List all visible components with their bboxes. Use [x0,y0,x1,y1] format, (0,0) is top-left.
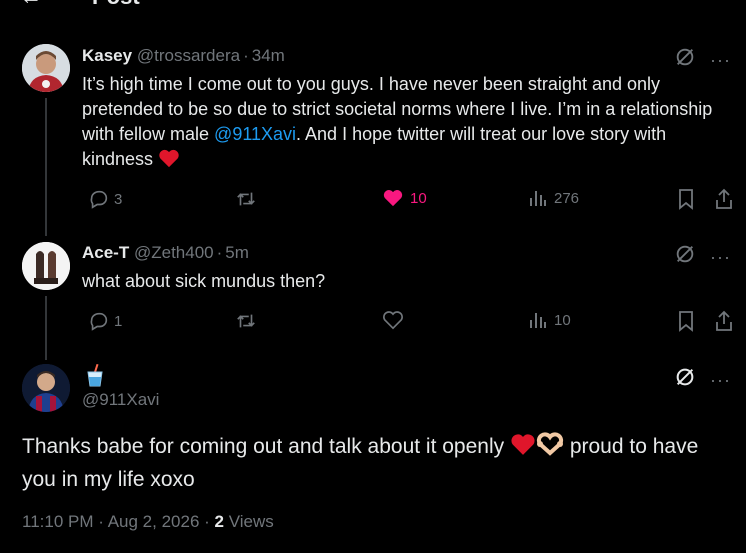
bookmark-icon [676,188,696,210]
reply-button[interactable]: 1 [82,310,122,332]
retweet-icon [234,310,258,332]
views-chart-icon [528,188,548,208]
reply-button[interactable]: 3 [82,188,122,210]
views-chart-icon [528,310,548,330]
separator-dot: · [204,512,215,531]
share-icon [714,188,734,210]
separator-dot: · [98,512,108,531]
post-meta: 11:10 PM · Aug 2, 2026 · 2 Views [22,512,274,532]
tweet-top-icons: ··· [674,243,731,270]
bookmark-icon [676,310,696,332]
tweet-header: Kasey @trossardera · 34m [82,46,285,66]
grok-icon[interactable] [674,366,696,393]
display-name[interactable]: Ace-T [82,243,129,262]
main-post-text-part: Thanks babe for coming out and talk abou… [22,435,510,458]
thread-line [45,98,47,236]
avatar[interactable] [22,364,70,412]
views-count: 2 [214,512,224,531]
grok-icon[interactable] [674,46,696,73]
heart-filled-icon [382,188,404,208]
tweet-text: It’s high time I come out to you guys. I… [82,72,732,175]
like-button[interactable]: 10 [376,188,427,208]
tweet-actions: 1 10 [82,310,732,334]
heart-outline-icon [382,310,404,330]
share-button[interactable] [708,188,734,210]
heart-hands-emoji [536,432,564,465]
page-title: Post [92,0,140,10]
mention-link[interactable]: @911Xavi [214,124,296,144]
reply-count: 1 [114,312,123,330]
more-icon[interactable]: ··· [710,248,731,266]
display-name[interactable]: Kasey [82,46,132,65]
views-button[interactable]: 276 [522,188,579,208]
like-count: 10 [410,189,427,207]
retweet-button[interactable] [228,310,264,332]
user-handle[interactable]: @trossardera [137,46,240,65]
separator-dot: · [243,46,249,65]
tweet-top-icons: ··· [674,46,731,73]
views-button[interactable]: 10 [522,310,571,330]
bookmark-button[interactable] [670,310,696,332]
main-post-text: Thanks babe for coming out and talk abou… [22,432,737,495]
arrow-left-icon[interactable]: ← [20,0,42,10]
timestamp[interactable]: 34m [252,46,285,65]
views-count: 276 [554,189,580,207]
grok-icon[interactable] [674,243,696,270]
red-heart-emoji [510,432,536,465]
thread-line [45,296,47,360]
page-header: ← Post [0,0,746,10]
separator-dot: · [216,243,223,262]
avatar[interactable] [22,242,70,290]
more-icon[interactable]: ··· [710,371,731,389]
post-date[interactable]: Aug 2, 2026 [108,512,200,531]
share-button[interactable] [708,310,734,332]
timestamp[interactable]: 5m [225,243,249,262]
user-handle[interactable]: @911Xavi [82,390,159,410]
tweet-text: what about sick mundus then? [82,271,326,291]
like-button[interactable] [376,310,410,330]
post-time[interactable]: 11:10 PM [22,512,94,531]
tweet-header: Ace-T @Zeth400 · 5m [82,243,249,263]
tweet-top-icons: ··· [674,366,731,393]
retweet-button[interactable] [228,188,264,210]
bookmark-button[interactable] [670,188,696,210]
retweet-icon [234,188,258,210]
drink-cup-icon [87,363,103,387]
user-handle[interactable]: @Zeth400 [134,243,214,262]
views-label: Views [228,512,274,531]
share-icon [714,310,734,332]
more-icon[interactable]: ··· [710,51,731,69]
views-count: 10 [554,311,571,329]
avatar[interactable] [22,44,70,92]
red-heart-emoji [158,148,180,175]
tweet-actions: 3 10 276 [82,188,732,212]
reply-count: 3 [114,190,123,208]
reply-icon [88,188,110,210]
reply-icon [88,310,110,332]
